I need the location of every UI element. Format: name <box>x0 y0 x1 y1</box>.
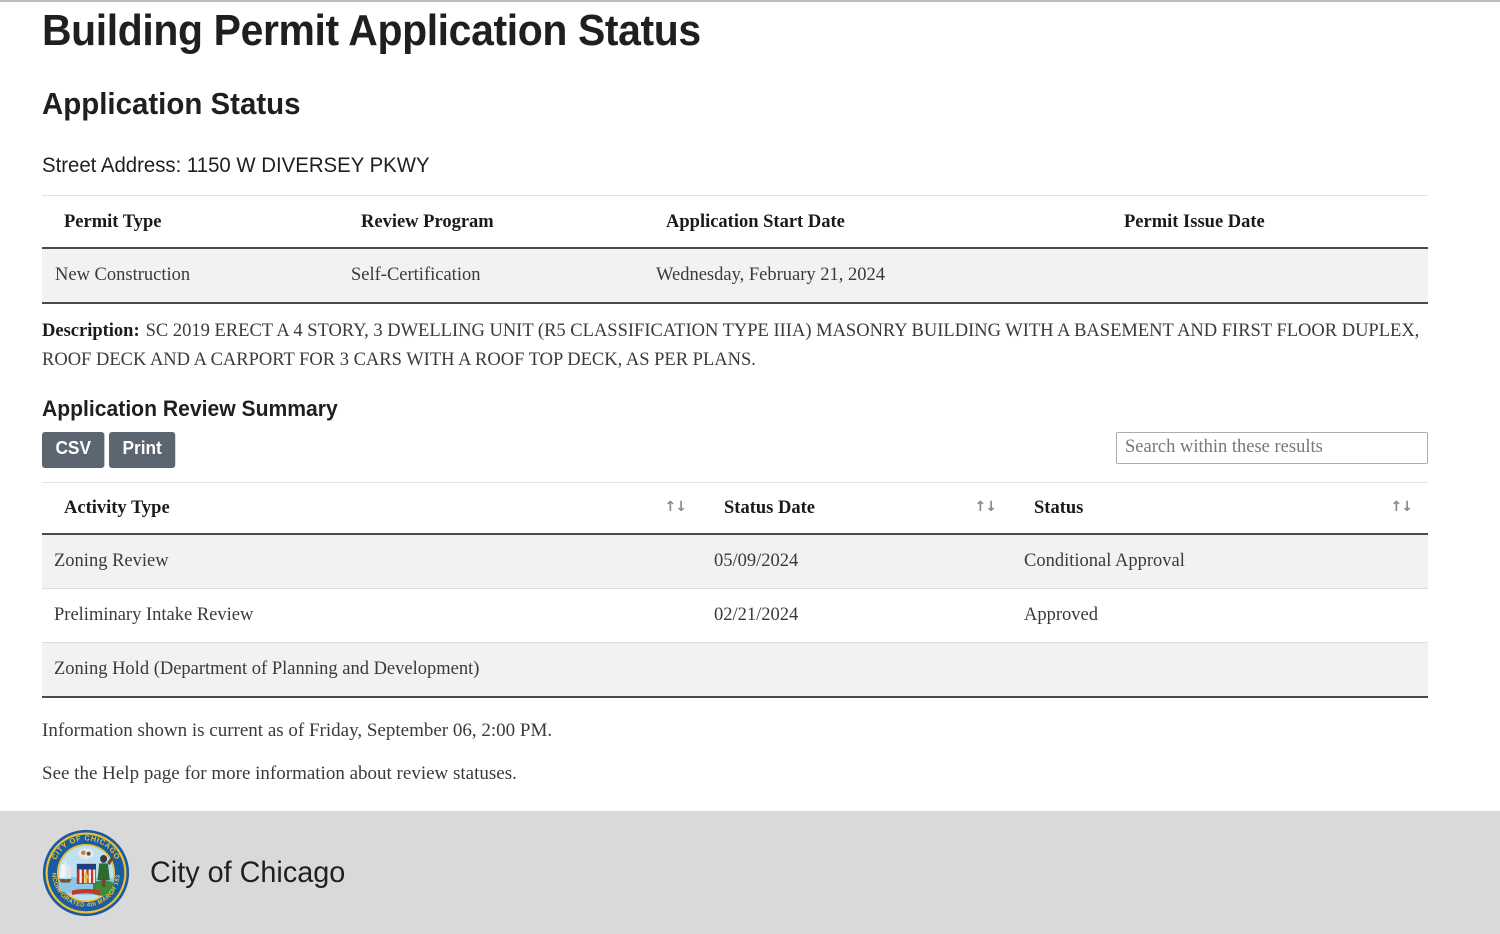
table-row: Zoning Hold (Department of Planning and … <box>42 642 1428 698</box>
column-header-application-start-date: Application Start Date <box>644 195 1102 249</box>
cell-status-date: 05/09/2024 <box>702 533 1012 589</box>
sort-arrows-icon[interactable]: ↑↓ <box>1391 499 1413 515</box>
application-review-table: Activity Type ↑↓ Status Date ↑↓ Status ↑… <box>42 481 1428 698</box>
sort-arrows-icon[interactable]: ↑↓ <box>975 499 997 515</box>
print-button[interactable]: Print <box>109 431 176 468</box>
description-label: Description: <box>42 320 140 341</box>
permit-summary-table: Permit Type Review Program Application S… <box>42 194 1428 304</box>
review-summary-toolbar: CSV Print <box>42 431 1428 470</box>
section-title-application-status: Application Status <box>42 85 301 121</box>
cell-activity-type: Zoning Review <box>42 533 702 589</box>
footer-organization-name: City of Chicago <box>150 855 346 889</box>
table-header-row: Activity Type ↑↓ Status Date ↑↓ Status ↑… <box>42 482 1428 535</box>
page-root: Building Permit Application Status Appli… <box>0 0 1500 934</box>
column-header-permit-type: Permit Type <box>42 195 339 249</box>
column-header-activity-type[interactable]: Activity Type ↑↓ <box>42 482 702 535</box>
export-button-group: CSV Print <box>42 431 178 468</box>
cell-application-start-date: Wednesday, February 21, 2024 <box>644 247 1102 304</box>
city-of-chicago-seal-icon: CITY OF CHICAGO INCORPORATED 4th MARCH 1… <box>42 829 130 916</box>
cell-permit-type: New Construction <box>42 247 339 304</box>
street-address: Street Address: 1150 W DIVERSEY PKWY <box>42 153 430 177</box>
column-header-activity-type-label: Activity Type <box>64 497 170 518</box>
search-input[interactable] <box>1116 431 1428 464</box>
column-header-status-date[interactable]: Status Date ↑↓ <box>702 482 1012 535</box>
table-row: Zoning Review 05/09/2024 Conditional App… <box>42 533 1428 589</box>
help-note: See the Help page for more information a… <box>42 763 517 785</box>
page-title: Building Permit Application Status <box>42 6 701 55</box>
csv-export-button[interactable]: CSV <box>42 431 105 468</box>
section-title-review-summary: Application Review Summary <box>42 396 338 422</box>
cell-status-date <box>702 642 1012 698</box>
cell-status: Approved <box>1012 588 1428 643</box>
sort-arrows-icon[interactable]: ↑↓ <box>665 499 687 515</box>
table-row: Preliminary Intake Review 02/21/2024 App… <box>42 588 1428 643</box>
cell-permit-issue-date <box>1102 247 1428 304</box>
cell-status: Conditional Approval <box>1012 533 1428 589</box>
cell-status <box>1012 642 1428 698</box>
cell-activity-type: Zoning Hold (Department of Planning and … <box>42 642 702 698</box>
cell-activity-type: Preliminary Intake Review <box>42 588 702 643</box>
column-header-status-date-label: Status Date <box>724 497 815 518</box>
current-as-of-note: Information shown is current as of Frida… <box>42 719 553 741</box>
table-row: New Construction Self-Certification Wedn… <box>42 247 1428 304</box>
table-header-row: Permit Type Review Program Application S… <box>42 195 1428 249</box>
column-header-permit-issue-date: Permit Issue Date <box>1102 195 1428 249</box>
column-header-review-program: Review Program <box>339 195 644 249</box>
main-content: Building Permit Application Status Appli… <box>42 0 1428 787</box>
cell-review-program: Self-Certification <box>339 247 644 304</box>
page-footer: CITY OF CHICAGO INCORPORATED 4th MARCH 1… <box>0 811 1500 934</box>
permit-description: Description: SC 2019 ERECT A 4 STORY, 3 D… <box>42 304 1430 374</box>
description-text: SC 2019 ERECT A 4 STORY, 3 DWELLING UNIT… <box>42 320 1420 370</box>
cell-status-date: 02/21/2024 <box>702 588 1012 643</box>
search-container <box>1116 431 1428 464</box>
column-header-status-label: Status <box>1034 497 1084 518</box>
column-header-status[interactable]: Status ↑↓ <box>1012 482 1428 535</box>
